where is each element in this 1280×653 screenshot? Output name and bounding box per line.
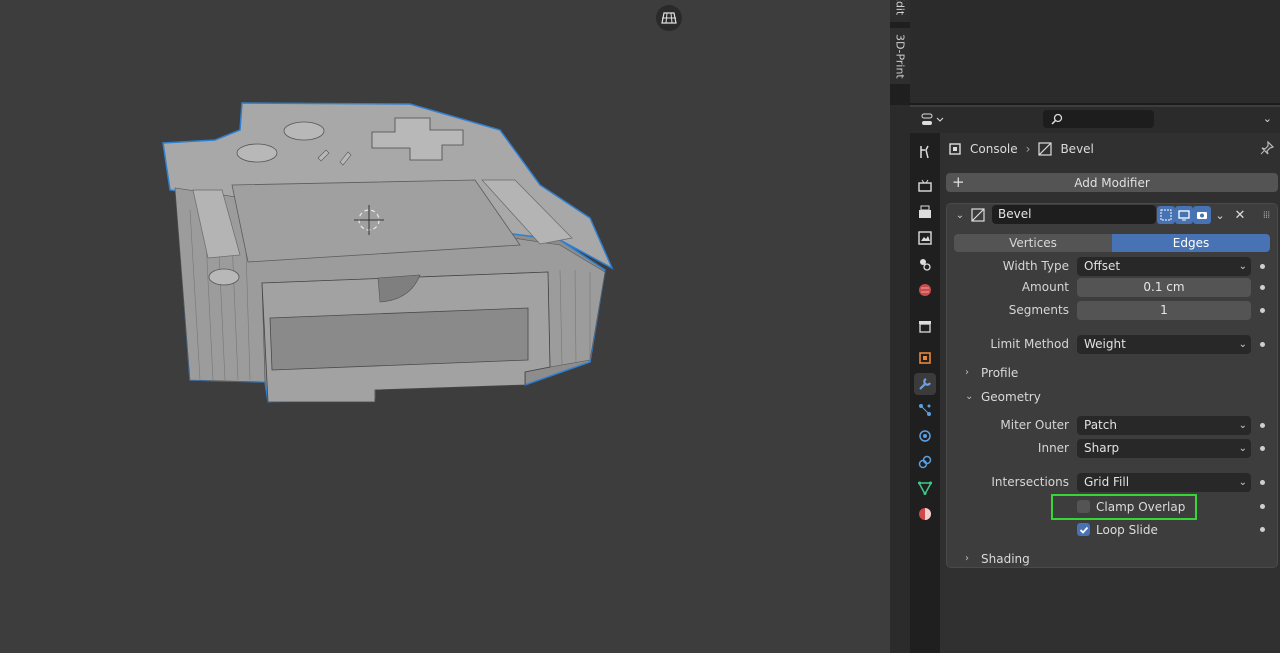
render-camera-icon[interactable] <box>1193 206 1211 224</box>
affect-toggle: Vertices Edges <box>954 234 1270 252</box>
keyframe-dot[interactable] <box>1260 308 1265 313</box>
properties-panel: Console › Bevel + Add Modifier ⌄ Bevel ⌄… <box>940 133 1280 653</box>
keyframe-dot[interactable] <box>1260 285 1265 290</box>
object-icon <box>949 143 961 155</box>
intersections-row: Intersections Grid Fill ⌄ <box>947 473 1277 492</box>
search-icon <box>1051 113 1063 125</box>
collection-icon[interactable] <box>914 315 936 337</box>
chevron-right-icon: › <box>965 553 969 564</box>
chevron-down-icon: ⌄ <box>965 391 974 402</box>
particles-icon[interactable] <box>914 399 936 421</box>
shading-subpanel-header[interactable]: › Shading <box>965 549 1030 568</box>
breadcrumb-modifier[interactable]: Bevel <box>1060 142 1093 156</box>
width-type-row: Width Type Offset ⌄ <box>947 257 1277 276</box>
bevel-modifier-icon <box>1038 142 1053 156</box>
loop-slide-checkbox[interactable]: Loop Slide <box>1077 520 1158 539</box>
modifier-dropdown-icon[interactable]: ⌄ <box>1211 206 1229 224</box>
properties-header: ⌄ <box>910 107 1280 133</box>
sidebar-divider <box>890 105 910 653</box>
pin-icon[interactable] <box>1260 140 1275 158</box>
properties-tabs <box>910 133 940 653</box>
miter-outer-row: Miter Outer Patch ⌄ <box>947 416 1277 435</box>
affect-edges-button[interactable]: Edges <box>1112 234 1270 252</box>
world-icon[interactable] <box>914 279 936 301</box>
checkmark-icon[interactable] <box>1077 523 1090 536</box>
search-input[interactable] <box>1043 110 1154 128</box>
chevron-down-icon[interactable]: ⌄ <box>951 206 969 224</box>
3d-viewport[interactable] <box>0 0 890 653</box>
chevron-down-icon[interactable]: ⌄ <box>1263 112 1272 125</box>
chevron-down-icon: ⌄ <box>1238 261 1247 272</box>
keyframe-dot[interactable] <box>1260 264 1265 269</box>
keyframe-dot[interactable] <box>1260 446 1265 451</box>
chevron-right-icon: › <box>1025 142 1031 156</box>
bevel-modifier-panel: ⌄ Bevel ⌄ ✕ ⁞⁞⁞ Vertices Edges Width Typ… <box>946 203 1278 568</box>
width-type-dropdown[interactable]: Offset ⌄ <box>1077 257 1251 276</box>
amount-field[interactable]: 0.1 cm <box>1077 278 1251 297</box>
drag-handle-icon[interactable]: ⁞⁞⁞ <box>1257 206 1275 224</box>
segments-field[interactable]: 1 <box>1077 301 1251 320</box>
console-mesh-object[interactable] <box>0 0 890 653</box>
outliner-area[interactable] <box>910 0 1280 105</box>
sidebar-tab-edit[interactable]: Edit <box>890 0 910 22</box>
render-icon[interactable] <box>914 175 936 197</box>
object-icon[interactable] <box>914 347 936 369</box>
checkbox-unchecked[interactable] <box>1077 500 1090 513</box>
bevel-modifier-icon <box>969 206 987 224</box>
tool-icon[interactable] <box>914 141 936 163</box>
physics-icon[interactable] <box>914 425 936 447</box>
keyframe-dot[interactable] <box>1260 504 1265 509</box>
intersections-dropdown[interactable]: Grid Fill ⌄ <box>1077 473 1251 492</box>
constraints-icon[interactable] <box>914 451 936 473</box>
limit-method-row: Limit Method Weight ⌄ <box>947 335 1277 354</box>
profile-subpanel-header[interactable]: › Profile <box>965 363 1018 382</box>
chevron-right-icon: › <box>965 367 969 378</box>
sidebar-tab-strip: Edit 3D-Print <box>890 0 910 105</box>
scene-icon[interactable] <box>914 253 936 275</box>
material-icon[interactable] <box>914 503 936 525</box>
modifier-header: ⌄ Bevel ⌄ ✕ ⁞⁞⁞ <box>947 204 1277 226</box>
inner-dropdown[interactable]: Sharp ⌄ <box>1077 439 1251 458</box>
sidebar-tab-3d-print[interactable]: 3D-Print <box>890 28 910 84</box>
chevron-down-icon: ⌄ <box>1238 443 1247 454</box>
keyframe-dot[interactable] <box>1260 342 1265 347</box>
output-icon[interactable] <box>914 201 936 223</box>
breadcrumb-object[interactable]: Console <box>970 142 1018 156</box>
edit-mode-toggle-icon[interactable] <box>1157 206 1175 224</box>
view-layer-icon[interactable] <box>914 227 936 249</box>
keyframe-dot[interactable] <box>1260 423 1265 428</box>
clamp-overlap-checkbox[interactable]: Clamp Overlap <box>1077 497 1185 516</box>
affect-vertices-button[interactable]: Vertices <box>954 234 1112 252</box>
close-icon[interactable]: ✕ <box>1231 206 1249 224</box>
geometry-subpanel-header[interactable]: ⌄ Geometry <box>965 387 1041 406</box>
add-modifier-button[interactable]: + Add Modifier <box>946 173 1278 192</box>
modifier-name-field[interactable]: Bevel <box>992 205 1156 224</box>
keyframe-dot[interactable] <box>1260 480 1265 485</box>
limit-method-dropdown[interactable]: Weight ⌄ <box>1077 335 1251 354</box>
inner-row: Inner Sharp ⌄ <box>947 439 1277 458</box>
segments-row: Segments 1 <box>947 301 1277 320</box>
keyframe-dot[interactable] <box>1260 527 1265 532</box>
properties-editor-icon[interactable] <box>918 110 948 130</box>
wrench-icon[interactable] <box>914 373 936 395</box>
miter-outer-dropdown[interactable]: Patch ⌄ <box>1077 416 1251 435</box>
chevron-down-icon: ⌄ <box>1238 339 1247 350</box>
breadcrumb: Console › Bevel <box>948 139 1094 159</box>
amount-row: Amount 0.1 cm <box>947 278 1277 297</box>
chevron-down-icon: ⌄ <box>1238 420 1247 431</box>
viewport-display-icon[interactable] <box>1175 206 1193 224</box>
plus-icon: + <box>952 173 965 191</box>
mesh-data-icon[interactable] <box>914 477 936 499</box>
chevron-down-icon: ⌄ <box>1238 477 1247 488</box>
